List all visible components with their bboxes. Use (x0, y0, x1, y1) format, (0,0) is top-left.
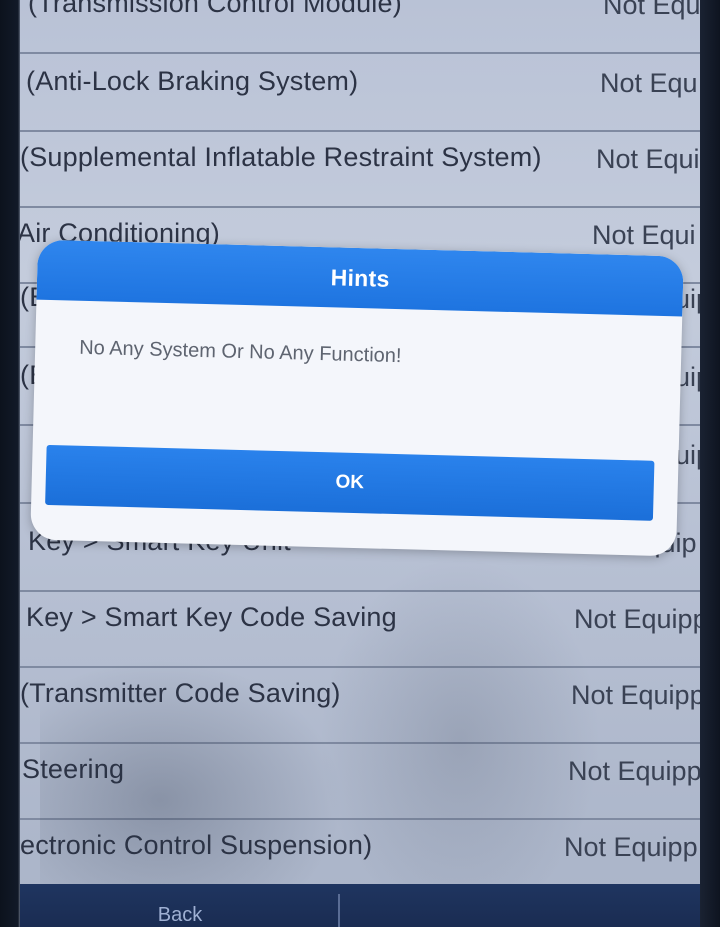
ok-button[interactable]: OK (45, 444, 655, 521)
system-name: ) (20, 438, 21, 469)
photo-frame: (Transmission Control Module) Not Equ (Ant… (0, 0, 720, 927)
system-list-row[interactable]: Key > Smart Key Code Saving Not Equipp (20, 592, 700, 668)
system-status: Not Equi (596, 144, 700, 174)
system-list-row[interactable]: Steering Not Equipp (20, 744, 700, 820)
system-list-row[interactable]: (Anti-Lock Braking System) Not Equ (20, 56, 700, 132)
system-list-row[interactable]: (Supplemental Inflatable Restraint Syste… (20, 132, 700, 208)
system-name: Steering (22, 754, 125, 784)
back-button[interactable]: Back (80, 884, 280, 927)
system-name: (Transmission Control Module) (28, 0, 402, 18)
system-status: Not Equipp (571, 680, 700, 710)
dialog-message: No Any System Or No Any Function! (78, 336, 402, 368)
back-label: Back (157, 904, 203, 926)
system-status: Not Equi (592, 220, 696, 250)
system-status: Not Equipp (568, 756, 700, 786)
system-name: ectronic Control Suspension) (20, 830, 373, 860)
system-name: (Supplemental Inflatable Restraint Syste… (20, 142, 542, 172)
system-status: Not Equ (603, 0, 700, 20)
system-name: Key > Smart Key Code Saving (26, 602, 397, 632)
hints-dialog: Hints No Any System Or No Any Function! … (30, 239, 684, 557)
system-status: Not Equ (600, 68, 698, 98)
system-name: (Transmitter Code Saving) (20, 678, 341, 708)
bottom-divider (338, 894, 340, 927)
bottom-bar: Back (20, 884, 700, 927)
system-list-row[interactable]: (Transmitter Code Saving) Not Equipp (20, 668, 700, 744)
system-status: Not Equipp (564, 832, 698, 862)
ok-label: OK (335, 471, 365, 494)
system-name: (Anti-Lock Braking System) (26, 66, 359, 96)
dialog-title: Hints (330, 263, 390, 292)
system-status: Not Equipp (574, 604, 700, 634)
system-list-row[interactable]: (Transmission Control Module) Not Equ (20, 0, 700, 54)
